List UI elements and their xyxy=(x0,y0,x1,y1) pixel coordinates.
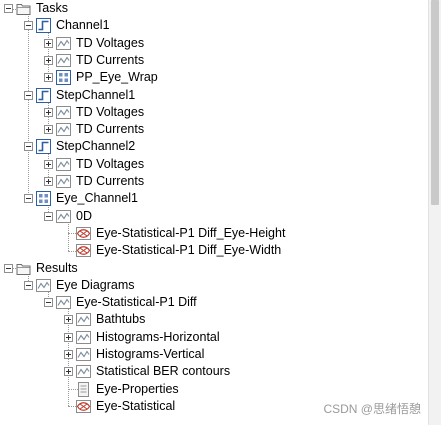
grid-icon xyxy=(56,70,71,86)
tree-item-label: Eye-Statistical-P1 Diff_Eye-Height xyxy=(96,225,286,240)
waveform-icon xyxy=(56,122,71,137)
tree-item-label: Eye-Statistical-P1 Diff_Eye-Width xyxy=(96,243,282,258)
tree-item-label: Eye-Statistical xyxy=(96,398,176,413)
expand-icon[interactable] xyxy=(44,55,53,65)
tree-item-results[interactable]: Results xyxy=(4,260,78,277)
tree-item-label: TD Currents xyxy=(76,174,145,188)
tree-item-td-currents[interactable]: TD Currents xyxy=(44,173,144,190)
grid-icon xyxy=(36,191,51,207)
collapse-icon[interactable] xyxy=(44,298,53,308)
tree-item-statistical-ber-contours[interactable]: Statistical BER contours xyxy=(64,363,230,380)
waveform-icon xyxy=(76,364,91,379)
tree-item-label: Channel1 xyxy=(56,18,110,33)
tree-item-eye-statistical-p1-diff-eye-height[interactable]: Eye-Statistical-P1 Diff_Eye-Height xyxy=(64,225,285,242)
project-tree: Tasks Channel1 TD Voltages TD Currents PP_Ey… xyxy=(0,0,428,425)
waveform-icon xyxy=(56,105,71,120)
waveform-icon xyxy=(76,347,91,362)
expand-icon[interactable] xyxy=(44,159,53,169)
tree-item-label: Statistical BER contours xyxy=(96,364,231,379)
tree-item-0d[interactable]: 0D xyxy=(44,208,92,225)
tree-item-td-voltages[interactable]: TD Voltages xyxy=(44,156,144,173)
waveform-icon xyxy=(56,209,71,224)
expand-icon[interactable] xyxy=(44,177,53,186)
tree-item-label: TD Currents xyxy=(76,122,145,137)
tree-item-label: Eye Diagrams xyxy=(56,277,135,292)
tree-item-label: Tasks xyxy=(36,1,68,15)
expand-icon[interactable] xyxy=(44,73,53,83)
tree-item-label: Eye-Statistical-P1 Diff xyxy=(76,295,197,310)
tree-item-label: PP_Eye_Wrap xyxy=(76,70,158,85)
waveform-icon xyxy=(76,330,91,345)
folder-icon xyxy=(16,261,31,276)
tree-item-td-voltages[interactable]: TD Voltages xyxy=(44,35,144,52)
watermark: CSDN @思绪悟憩 xyxy=(323,402,421,416)
tree-item-label: TD Voltages xyxy=(76,35,145,50)
tree-item-label: Eye_Channel1 xyxy=(56,191,139,206)
vertical-scrollbar[interactable] xyxy=(428,0,441,425)
collapse-icon[interactable] xyxy=(24,21,33,31)
tree-item-histograms-vertical[interactable]: Histograms-Vertical xyxy=(64,346,204,363)
collapse-icon[interactable] xyxy=(24,90,33,100)
tree-item-stepchannel2[interactable]: StepChannel2 xyxy=(24,138,135,155)
eye-result-icon xyxy=(76,243,91,258)
waveform-icon xyxy=(56,174,71,189)
tree-item-eye-statistical-p1-diff[interactable]: Eye-Statistical-P1 Diff xyxy=(44,294,197,311)
tree-item-label: TD Currents xyxy=(76,52,145,67)
tree-item-eye-diagrams[interactable]: Eye Diagrams xyxy=(24,277,135,294)
tree-item-eye-statistical[interactable]: Eye-Statistical xyxy=(64,398,175,415)
waveform-icon xyxy=(36,278,51,293)
expand-icon[interactable] xyxy=(64,350,73,359)
expand-icon[interactable] xyxy=(64,332,73,342)
expand-icon[interactable] xyxy=(44,107,53,117)
tree-item-label: Bathtubs xyxy=(96,312,146,327)
tree-item-label: Histograms-Horizontal xyxy=(96,329,220,344)
channel-icon xyxy=(36,139,51,155)
tree-item-histograms-horizontal[interactable]: Histograms-Horizontal xyxy=(64,329,220,346)
channel-icon xyxy=(36,87,51,103)
folder-icon xyxy=(16,1,31,16)
waveform-icon xyxy=(56,53,71,68)
channel-icon xyxy=(36,18,51,34)
tree-item-stepchannel1[interactable]: StepChannel1 xyxy=(24,87,135,104)
eye-result-icon xyxy=(76,226,91,241)
tree-item-bathtubs[interactable]: Bathtubs xyxy=(64,311,145,328)
collapse-icon[interactable] xyxy=(24,142,33,152)
waveform-icon xyxy=(56,36,71,51)
tree-item-eye-statistical-p1-diff-eye-width[interactable]: Eye-Statistical-P1 Diff_Eye-Width xyxy=(64,242,281,259)
expand-icon[interactable] xyxy=(64,367,73,377)
tree-item-eye-channel1[interactable]: Eye_Channel1 xyxy=(24,190,138,207)
tree-item-td-currents[interactable]: TD Currents xyxy=(44,52,144,69)
tree-item-td-currents[interactable]: TD Currents xyxy=(44,121,144,138)
tree-connector-line xyxy=(28,13,29,199)
tree-item-label: Results xyxy=(36,260,78,275)
tree-item-pp-eye-wrap[interactable]: PP_Eye_Wrap xyxy=(44,69,158,86)
expand-icon[interactable] xyxy=(44,125,53,135)
tree-item-label: StepChannel2 xyxy=(56,139,136,154)
tree-item-label: 0D xyxy=(76,208,92,223)
eye-result-icon xyxy=(76,399,91,414)
scrollbar-thumb[interactable] xyxy=(431,0,439,205)
collapse-icon[interactable] xyxy=(4,4,13,13)
properties-icon xyxy=(76,381,91,397)
tree-item-channel1[interactable]: Channel1 xyxy=(24,17,110,34)
waveform-icon xyxy=(76,312,91,327)
tree-item-eye-properties[interactable]: Eye-Properties xyxy=(64,381,179,398)
tree-item-td-voltages[interactable]: TD Voltages xyxy=(44,104,144,121)
tree-item-label: TD Voltages xyxy=(76,156,145,171)
waveform-icon xyxy=(56,295,71,310)
tree-item-label: StepChannel1 xyxy=(56,87,136,102)
tree-item-label: Histograms-Vertical xyxy=(96,347,205,361)
expand-icon[interactable] xyxy=(64,315,73,325)
collapse-icon[interactable] xyxy=(24,280,33,290)
collapse-icon[interactable] xyxy=(4,263,13,273)
tree-item-label: TD Voltages xyxy=(76,104,145,119)
tree-item-tasks[interactable]: Tasks xyxy=(4,0,68,17)
tree-item-label: Eye-Properties xyxy=(96,381,179,396)
expand-icon[interactable] xyxy=(44,38,53,48)
collapse-icon[interactable] xyxy=(24,194,33,204)
waveform-icon xyxy=(56,157,71,172)
collapse-icon[interactable] xyxy=(44,211,53,221)
